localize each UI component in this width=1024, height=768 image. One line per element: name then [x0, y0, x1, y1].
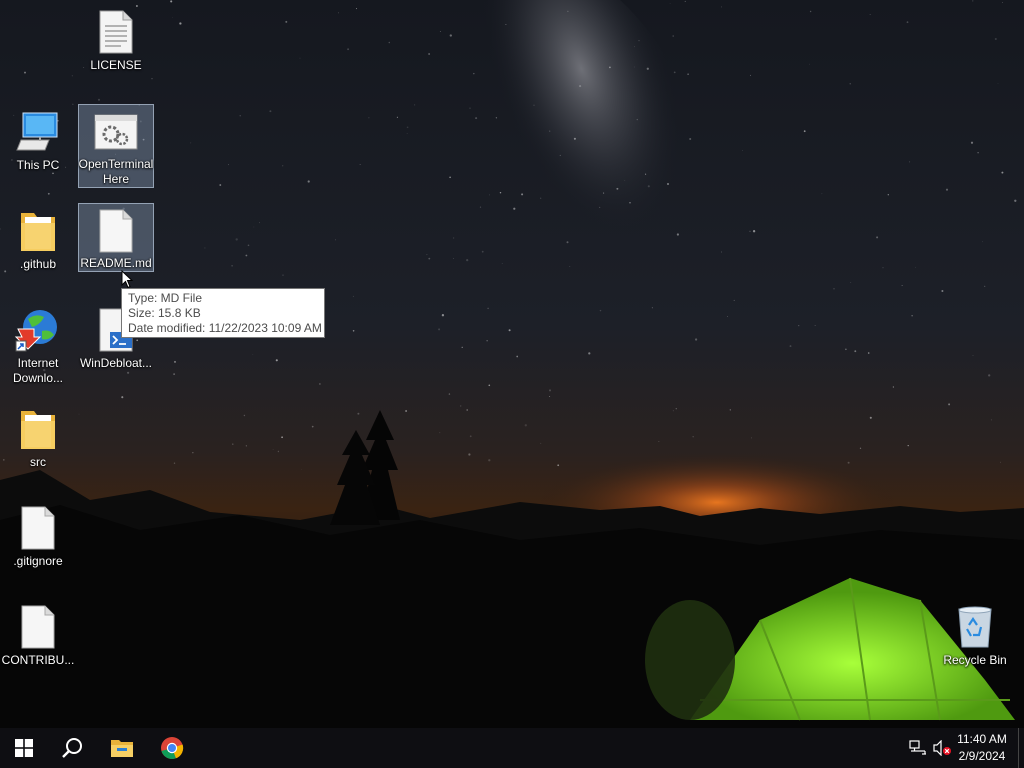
icon-label: src	[30, 455, 46, 469]
desktop-icon-this-pc[interactable]: This PC	[0, 104, 76, 188]
show-desktop-button[interactable]	[1018, 728, 1024, 768]
icon-label: WinDebloat...	[79, 356, 153, 370]
network-icon	[909, 740, 926, 755]
start-button[interactable]	[0, 728, 48, 768]
tooltip-date-modified: Date modified: 11/22/2023 10:09 AM	[128, 321, 322, 335]
text-file-icon	[92, 8, 140, 56]
windows-start-icon	[15, 739, 33, 757]
volume-muted-icon	[933, 740, 951, 756]
icon-label: README.md	[80, 256, 152, 270]
icon-label: .github	[19, 257, 57, 271]
chrome-icon	[161, 737, 184, 760]
tooltip-type: Type: MD File	[128, 291, 203, 305]
desktop-icon-license[interactable]: LICENSE	[78, 4, 154, 88]
blank-file-icon	[92, 208, 140, 254]
icon-label: .gitignore	[13, 554, 63, 568]
volume-tray-button[interactable]	[932, 738, 952, 758]
chrome-button[interactable]	[148, 728, 196, 768]
folder-icon	[14, 405, 62, 453]
clock-date: 2/9/2024	[958, 749, 1006, 763]
icon-label: Recycle Bin	[943, 653, 1007, 667]
desktop-icon-src-folder[interactable]: src	[0, 401, 76, 485]
tooltip-size: Size: 15.8 KB	[128, 306, 201, 320]
desktop-icon-internet-download-manager[interactable]: Internet Downlo...	[0, 302, 76, 386]
desktop-icon-readme[interactable]: README.md	[78, 203, 154, 272]
blank-file-icon	[14, 603, 62, 651]
clock-time: 11:40 AM	[957, 732, 1007, 746]
icon-label: LICENSE	[90, 58, 142, 72]
recycle-bin-icon	[951, 603, 999, 651]
desktop-icon-recycle-bin[interactable]: Recycle Bin	[937, 599, 1013, 683]
batch-file-icon	[92, 109, 140, 155]
desktop-icon-gitignore[interactable]: .gitignore	[0, 500, 76, 584]
icon-label: CONTRIBU...	[1, 653, 75, 667]
blank-file-icon	[14, 504, 62, 552]
computer-icon	[14, 108, 62, 156]
desktop-icon-open-terminal-here[interactable]: OpenTerminal Here	[78, 104, 154, 188]
folder-icon	[14, 207, 62, 255]
search-icon	[62, 738, 82, 758]
taskbar-clock[interactable]: 11:40 AM 2/9/2024	[952, 731, 1012, 765]
file-explorer-icon	[111, 740, 133, 757]
icon-label: OpenTerminal Here	[78, 157, 154, 186]
mouse-cursor-icon	[121, 270, 133, 289]
search-button[interactable]	[48, 728, 96, 768]
file-explorer-button[interactable]	[98, 728, 146, 768]
idm-icon	[14, 306, 62, 354]
desktop-icon-github-folder[interactable]: .github	[0, 203, 76, 287]
network-tray-button[interactable]	[908, 738, 928, 758]
icon-label: This PC	[16, 158, 60, 172]
desktop-icon-contributing[interactable]: CONTRIBU...	[0, 599, 76, 683]
file-info-tooltip: Type: MD File Size: 15.8 KB Date modifie…	[121, 288, 325, 338]
taskbar: 11:40 AM 2/9/2024	[0, 728, 1024, 768]
icon-label: Internet Downlo...	[12, 356, 64, 385]
